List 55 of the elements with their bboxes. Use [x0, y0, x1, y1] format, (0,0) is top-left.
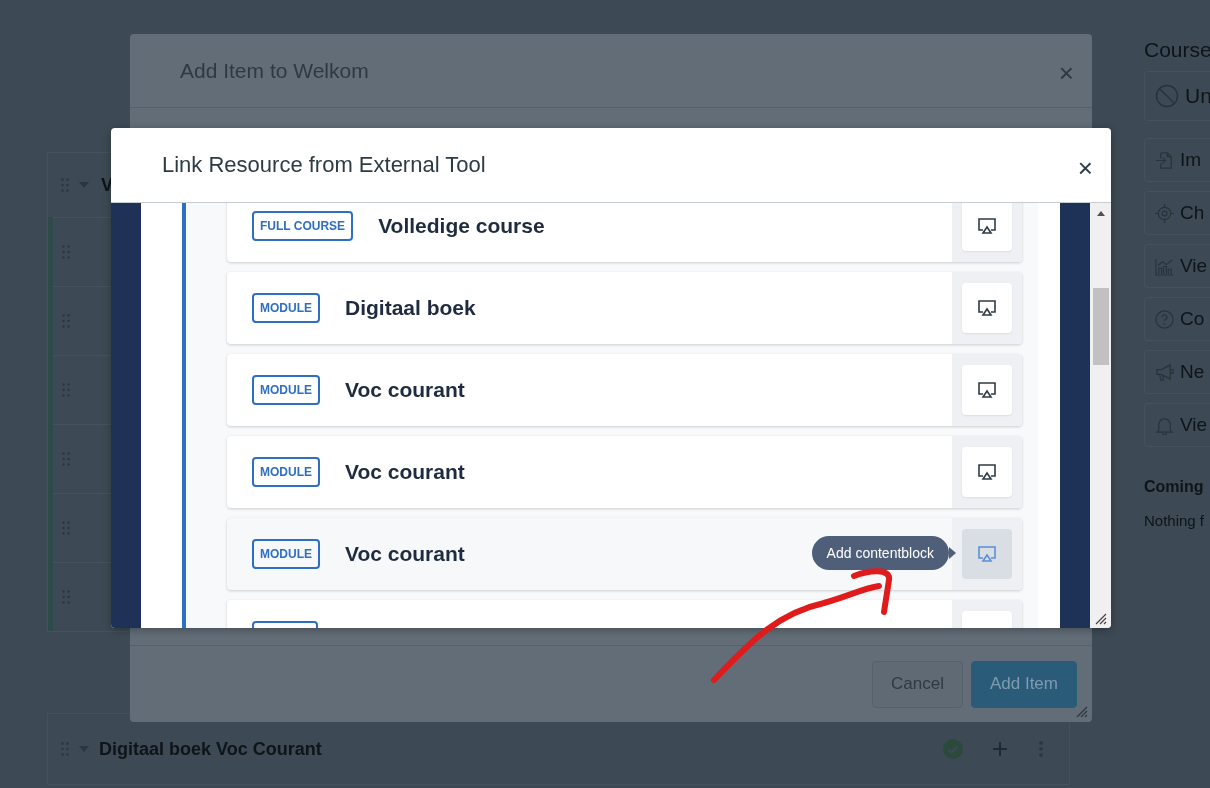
plus-icon[interactable]: [993, 742, 1007, 756]
close-button[interactable]: ×: [1058, 58, 1074, 89]
screen-cast-icon: [977, 463, 997, 481]
type-badge: MODULE: [252, 539, 320, 569]
add-item-button[interactable]: Add Item: [970, 660, 1077, 708]
resource-title: Volledige course: [378, 214, 545, 238]
tooltip: Add contentblock: [811, 536, 956, 570]
resource-title: Voc courant: [345, 378, 465, 402]
add-contentblock-button[interactable]: [962, 365, 1012, 415]
sidebar-heading: Course: [1144, 38, 1210, 62]
tooltip-pointer-icon: [949, 547, 956, 559]
resource-title: Voc courant: [345, 460, 465, 484]
sidebar-button[interactable]: Im: [1144, 138, 1210, 182]
resource-card[interactable]: MODULE Voc courant: [227, 436, 1022, 508]
resource-card[interactable]: MODULE Voc courant: [227, 354, 1022, 426]
resource-card[interactable]: MODULE Digitaal boek: [227, 272, 1022, 344]
screen-cast-icon: [977, 381, 997, 399]
resource-card[interactable]: FULL COURSE Volledige course: [227, 203, 1022, 262]
import-file-icon: [1155, 150, 1174, 170]
target-icon: [1155, 203, 1174, 223]
resource-title: Voc courant: [345, 542, 465, 566]
sidebar-button[interactable]: Ch: [1144, 191, 1210, 235]
bar-chart-icon: [1155, 256, 1174, 276]
type-badge: MODULE: [252, 293, 320, 323]
resize-grip-icon[interactable]: [1095, 613, 1107, 625]
sidebar-button[interactable]: Vie: [1144, 244, 1210, 288]
resize-grip-icon[interactable]: [1076, 706, 1088, 718]
module-title: Digitaal boek Voc Courant: [99, 738, 322, 760]
help-icon: [1155, 309, 1174, 329]
sidebar-button[interactable]: Ne: [1144, 350, 1210, 394]
check-circle-icon[interactable]: [943, 739, 963, 759]
screen-cast-icon: [977, 299, 997, 317]
empty-message: Nothing f: [1144, 512, 1206, 529]
scrollbar[interactable]: [1090, 203, 1111, 628]
add-contentblock-button[interactable]: [962, 447, 1012, 497]
scrollbar-thumb[interactable]: [1092, 288, 1109, 365]
bell-icon: [1155, 415, 1174, 435]
resource-card[interactable]: MODULE Voc courant Add contentblock: [227, 518, 1022, 590]
screen-cast-icon: [977, 545, 997, 563]
close-button[interactable]: ×: [1077, 152, 1093, 184]
sidebar-button[interactable]: Vie: [1144, 403, 1210, 447]
screen-cast-icon: [977, 217, 997, 235]
add-contentblock-button[interactable]: [962, 203, 1012, 251]
resource-title: Digitaal boek: [345, 296, 476, 320]
scroll-up-icon[interactable]: [1096, 211, 1105, 216]
prohibited-icon: [1155, 84, 1179, 108]
dialog-title: Link Resource from External Tool: [162, 152, 486, 178]
megaphone-icon: [1155, 362, 1174, 382]
add-contentblock-button[interactable]: [962, 283, 1012, 333]
type-badge: FULL COURSE: [252, 211, 354, 241]
sidebar-button[interactable]: Co: [1144, 297, 1210, 341]
type-badge: MODULE: [252, 457, 320, 487]
type-badge: MODULE: [252, 375, 320, 405]
sidebar-button[interactable]: Un: [1144, 71, 1210, 121]
sidebar-heading: Coming: [1144, 478, 1205, 496]
